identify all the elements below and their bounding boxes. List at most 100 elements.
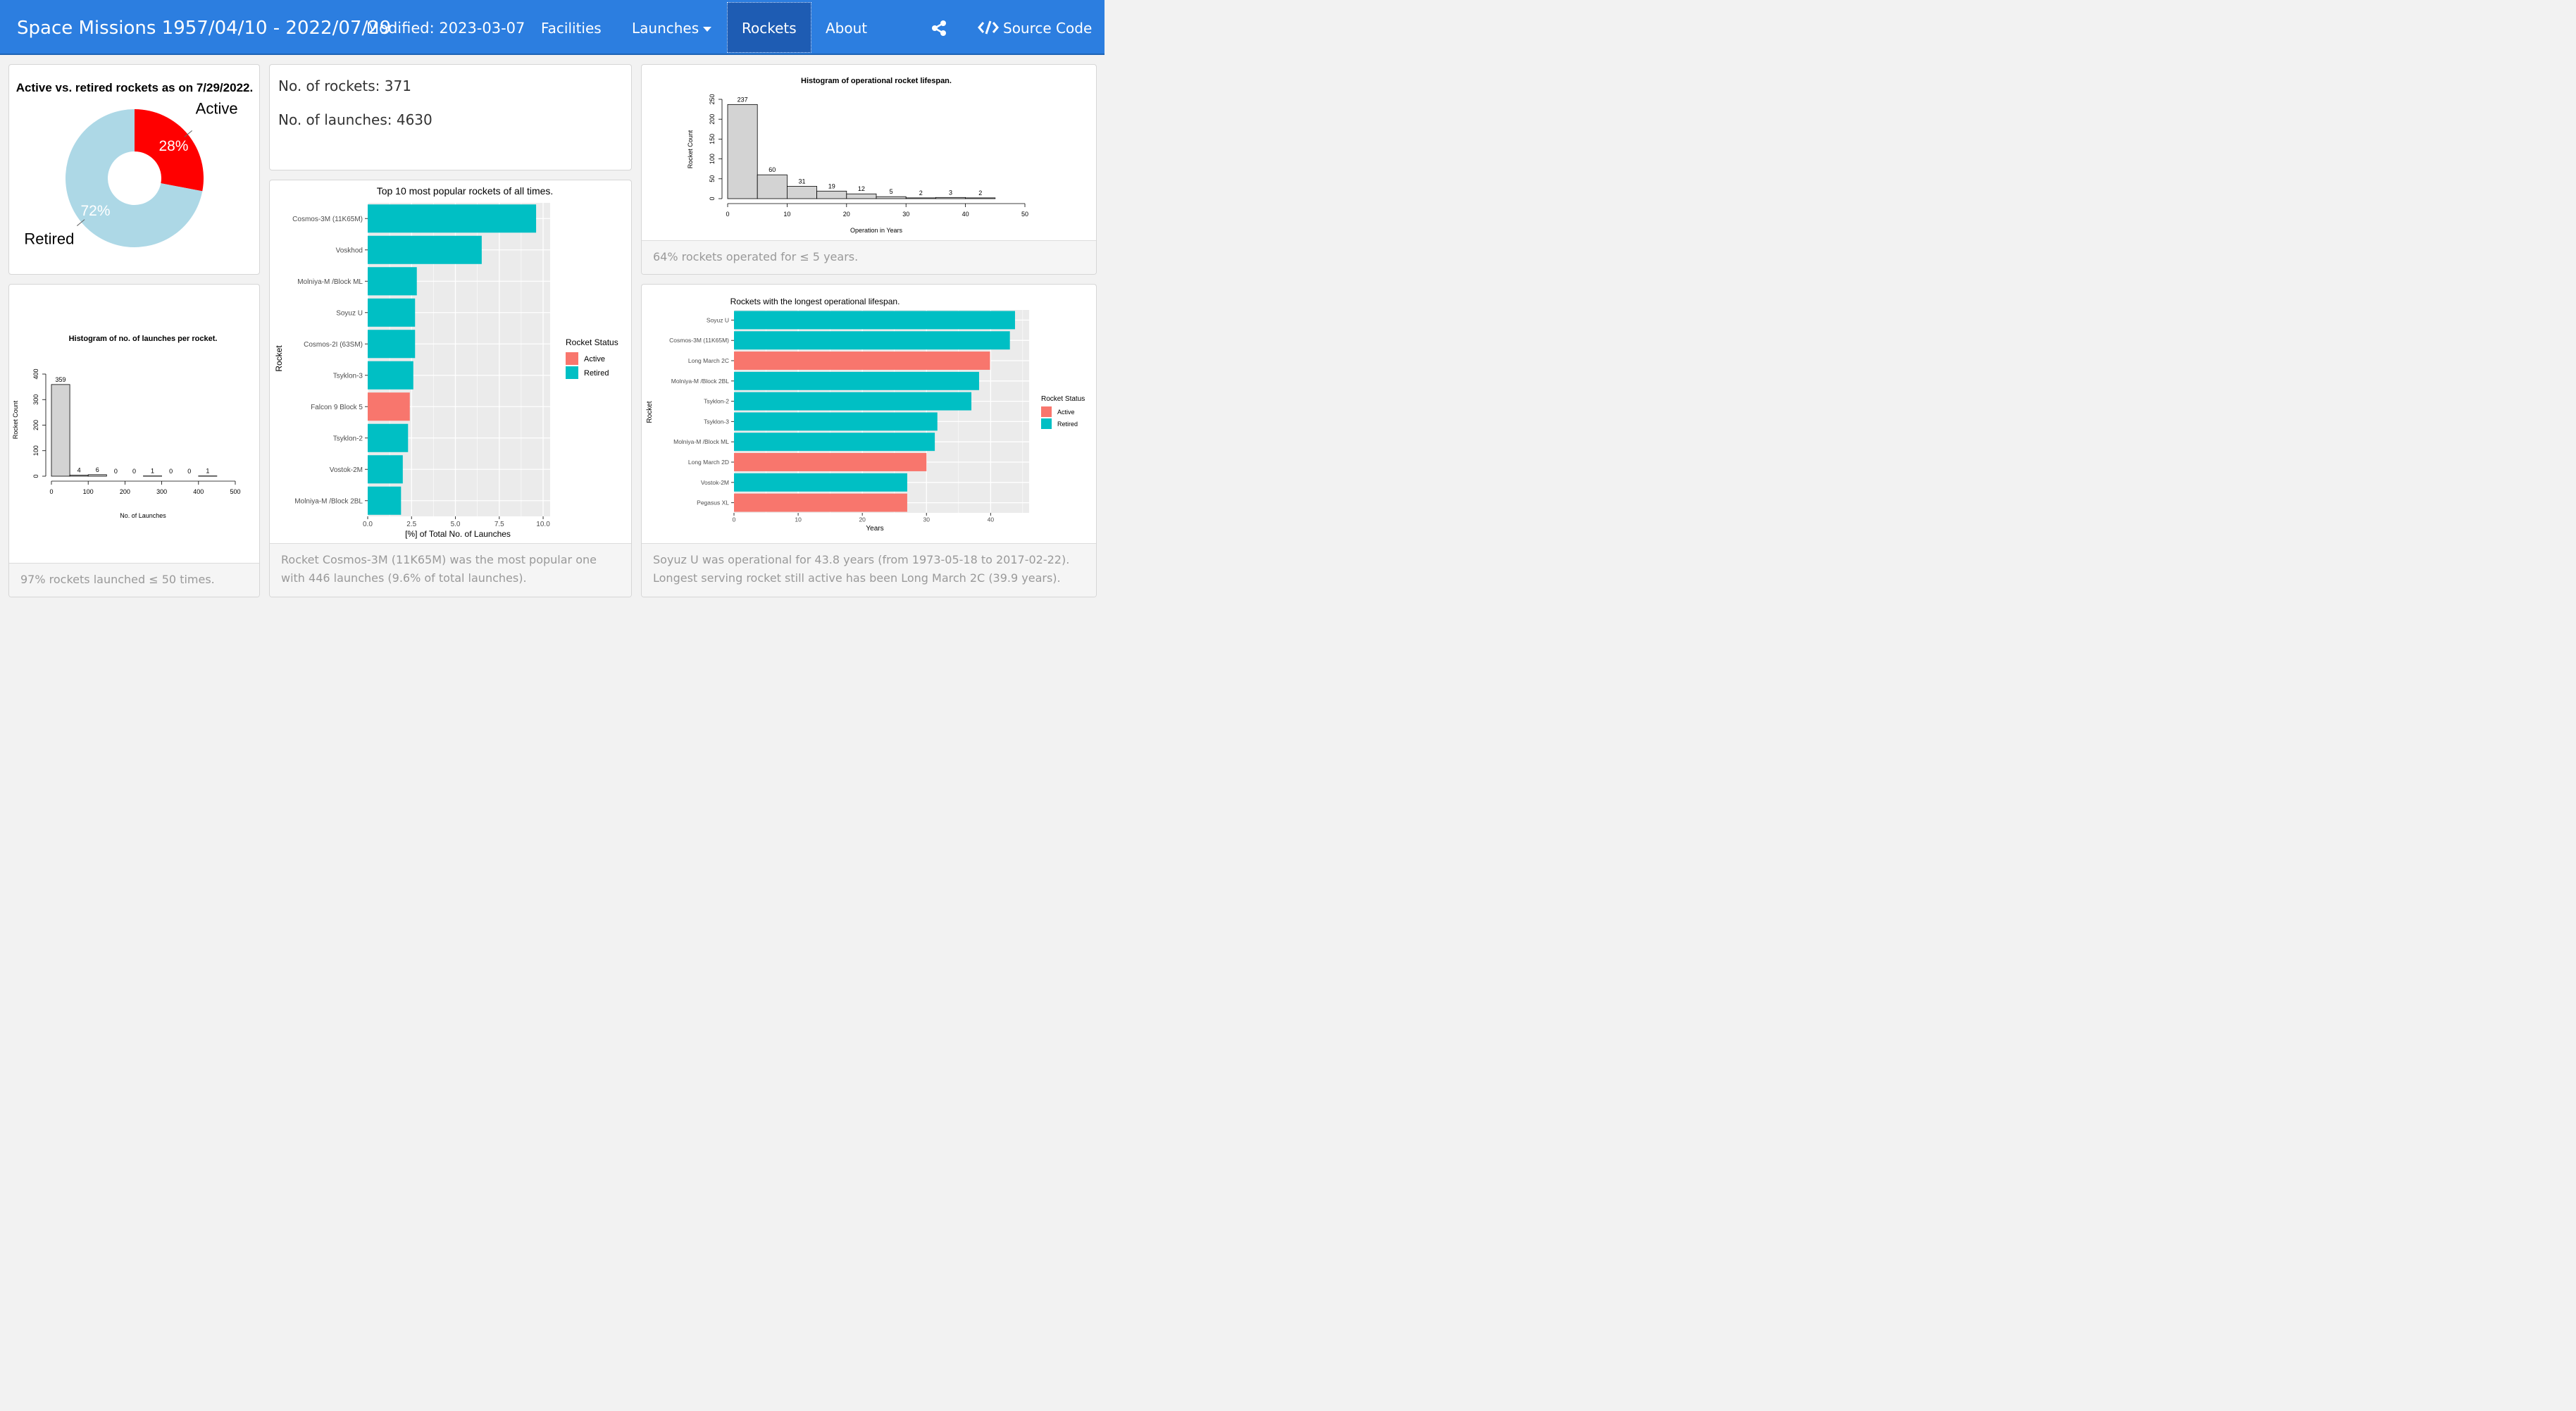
- longest-x-tick-label: 30: [923, 516, 931, 523]
- nav-facilities[interactable]: Facilities: [541, 0, 602, 55]
- longest-x-tick-label: 20: [859, 516, 866, 523]
- lifespan-hist-x-tick-label: 20: [843, 211, 850, 218]
- popular-category-label: Soyuz U: [336, 309, 363, 317]
- lifespan-hist-bar: [757, 174, 788, 199]
- lifespan-hist-x-tick-label: 50: [1021, 211, 1028, 218]
- nav-about[interactable]: About: [826, 0, 867, 55]
- launches-hist-x-tick-label: 100: [83, 488, 94, 495]
- launches-histogram-panel: Histogram of no. of launches per rocket.…: [8, 284, 260, 597]
- longest-bar: [734, 392, 972, 411]
- share-icon[interactable]: [931, 20, 947, 37]
- longest-bar: [734, 331, 1010, 350]
- longest-bar: [734, 473, 907, 492]
- pie-chart: Active vs. retired rockets as on 7/29/20…: [16, 81, 253, 248]
- popular-category-label: Voskhod: [336, 247, 363, 254]
- lifespan-hist-bar: [935, 197, 966, 199]
- lifespan-hist-y-tick-label: 100: [709, 154, 716, 164]
- caret-down-icon: [703, 27, 712, 32]
- popular-category-label: Cosmos-3M (11K65M): [292, 216, 363, 223]
- popular-x-tick-label: 5.0: [451, 521, 461, 528]
- app-title[interactable]: Space Missions 1957/04/10 - 2022/07/29: [17, 0, 391, 55]
- longest-bar: [734, 433, 935, 452]
- longest-xlabel: Years: [866, 525, 883, 533]
- launches-hist-bar-label: 0: [132, 468, 136, 475]
- lifespan-hist-bar: [816, 190, 847, 199]
- lifespan-hist-y-tick-label: 150: [709, 134, 716, 144]
- popular-bar: [368, 330, 416, 359]
- launches-hist-x-tick-label: 500: [230, 488, 240, 495]
- popular-legend-swatch-retired: [566, 366, 578, 379]
- pie-title: Active vs. retired rockets as on 7/29/20…: [16, 81, 253, 94]
- lifespan-hist-bar-label: 5: [890, 188, 893, 195]
- launches-hist-x-tick-label: 400: [193, 488, 204, 495]
- longest-category-label: Molniya-M /Block 2BL: [671, 378, 729, 385]
- popular-category-label: Tsyklon-2: [333, 435, 363, 442]
- longest-bar: [734, 352, 990, 370]
- lifespan-hist-bar: [727, 104, 758, 199]
- lifespan-hist-bar-label: 12: [858, 185, 865, 192]
- nav-launches-dropdown[interactable]: Launches: [632, 0, 712, 55]
- longest-category-label: Tsyklon-3: [704, 418, 729, 425]
- popular-footer: Rocket Cosmos-3M (11K65M) was the most p…: [270, 543, 631, 597]
- popular-legend-label-active: Active: [584, 355, 605, 363]
- launches-hist-bar-label: 359: [56, 376, 66, 383]
- launches-hist-footer: 97% rockets launched ≤ 50 times.: [9, 563, 259, 597]
- modified-date: Modified: 2023-03-07: [366, 20, 525, 37]
- launches-hist-x-tick-label: 0: [49, 488, 53, 495]
- launches-hist-ylabel: Rocket Count: [12, 400, 19, 439]
- launches-hist-y-tick-label: 0: [32, 474, 39, 478]
- lifespan-hist-bar: [965, 197, 996, 199]
- nav-rockets[interactable]: Rockets: [727, 2, 811, 53]
- popular-bar: [368, 392, 410, 421]
- popular-bar: [368, 455, 403, 484]
- launch-count: No. of launches: 4630: [278, 111, 433, 128]
- launches-hist-x-tick-label: 300: [156, 488, 167, 495]
- launches-hist-y-tick-label: 100: [32, 445, 39, 456]
- launches-hist-bar-label: 6: [96, 466, 99, 473]
- source-code-label: Source Code: [1003, 20, 1093, 37]
- lifespan-hist-bar-label: 237: [738, 96, 748, 103]
- navbar: Space Missions 1957/04/10 - 2022/07/29 M…: [0, 0, 1105, 55]
- popular-x-tick-label: 7.5: [494, 521, 504, 528]
- longest-category-label: Vostok-2M: [701, 479, 729, 486]
- pie-value-label: 72%: [81, 203, 111, 219]
- pie-value-label: 28%: [158, 138, 188, 154]
- lifespan-hist-bar-label: 31: [798, 178, 805, 185]
- popular-bar: [368, 361, 413, 390]
- lifespan-histogram-panel: Histogram of operational rocket lifespan…: [641, 64, 1097, 275]
- lifespan-hist-bar-label: 2: [978, 189, 982, 197]
- launches-hist-bar: [87, 474, 107, 477]
- popular-rockets-panel: Top 10 most popular rockets of all times…: [269, 180, 632, 597]
- launches-hist-bar: [51, 384, 70, 477]
- longest-bar: [734, 412, 938, 431]
- launches-hist-bar-label: 0: [114, 468, 118, 475]
- launches-histogram: Histogram of no. of launches per rocket.…: [12, 335, 241, 519]
- popular-x-tick-label: 2.5: [406, 521, 416, 528]
- popular-bar: [368, 423, 409, 452]
- popular-ylabel: Rocket: [274, 345, 284, 372]
- lifespan-hist-ylabel: Rocket Count: [687, 130, 694, 168]
- popular-legend-label-retired: Retired: [584, 369, 609, 378]
- longest-x-tick-label: 0: [733, 516, 736, 523]
- lifespan-hist-x-tick-label: 40: [962, 211, 969, 218]
- lifespan-hist-title: Histogram of operational rocket lifespan…: [801, 77, 952, 85]
- launches-hist-bar-label: 1: [151, 468, 154, 475]
- longest-footer-line1: Soyuz U was operational for 43.8 years (…: [653, 553, 1070, 566]
- longest-lifespan-panel: Rockets with the longest operational lif…: [641, 284, 1097, 597]
- popular-bar: [368, 298, 416, 327]
- launches-hist-bar-label: 4: [77, 467, 81, 474]
- source-code-link[interactable]: Source Code: [978, 0, 1092, 55]
- lifespan-hist-x-tick-label: 0: [726, 211, 729, 218]
- longest-legend-label-retired: Retired: [1057, 421, 1078, 428]
- longest-legend-label-active: Active: [1057, 409, 1075, 416]
- launches-hist-title: Histogram of no. of launches per rocket.: [69, 335, 218, 343]
- rocket-count: No. of rockets: 371: [278, 77, 411, 94]
- longest-x-tick-label: 40: [988, 516, 995, 523]
- launches-hist-y-tick-label: 200: [32, 420, 39, 430]
- longest-ylabel: Rocket: [646, 401, 654, 423]
- launches-hist-y-tick-label: 300: [32, 394, 39, 405]
- popular-category-label: Tsyklon-3: [333, 372, 363, 380]
- lifespan-hist-y-tick-label: 250: [709, 94, 716, 104]
- longest-title: Rockets with the longest operational lif…: [730, 297, 900, 306]
- longest-legend-title: Rocket Status: [1041, 395, 1085, 403]
